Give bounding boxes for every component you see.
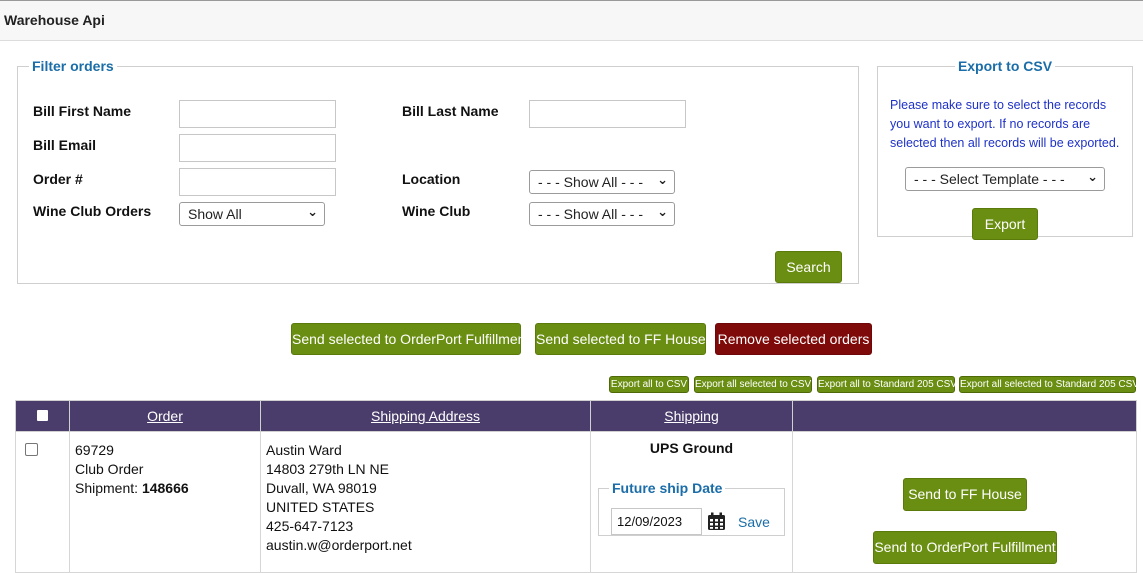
- orders-table: Order Shipping Address Shipping 69729 Cl…: [15, 400, 1137, 573]
- filter-orders-legend: Filter orders: [32, 58, 114, 74]
- chevron-down-icon: ⌄: [657, 204, 668, 219]
- bill-last-name-label: Bill Last Name: [402, 103, 499, 119]
- send-to-orderport-button[interactable]: Send to OrderPort Fulfillment: [873, 531, 1057, 564]
- address-name: Austin Ward: [266, 442, 342, 458]
- actions-column-header: [792, 400, 1137, 432]
- export-selected-csv-button[interactable]: Export all selected to CSV: [694, 376, 812, 393]
- table-row: 69729 Club Order Shipment: 148666 Austin…: [15, 431, 1137, 573]
- select-all-checkbox[interactable]: [37, 410, 48, 421]
- export-all-csv-button[interactable]: Export all to CSV: [609, 376, 689, 393]
- table-header-row: Order Shipping Address Shipping: [15, 400, 1137, 432]
- row-checkbox[interactable]: [25, 443, 38, 456]
- wine-club-orders-select-value: Show All: [188, 206, 242, 222]
- future-ship-date-panel: Future ship Date 12/09/2023 Save: [598, 480, 785, 536]
- bill-last-name-input[interactable]: [529, 100, 686, 128]
- shipping-address-cell: Austin Ward 14803 279th LN NE Duvall, WA…: [261, 432, 590, 555]
- address-street: 14803 279th LN NE: [266, 461, 389, 477]
- chevron-down-icon: ⌄: [307, 204, 318, 219]
- remove-selected-orders-button[interactable]: Remove selected orders: [715, 323, 872, 355]
- send-selected-orderport-button[interactable]: Send selected to OrderPort Fulfillment: [291, 323, 529, 355]
- select-all-header: [15, 400, 70, 432]
- address-phone: 425-647-7123: [266, 518, 354, 534]
- shipment-info: Shipment: 148666: [75, 479, 255, 498]
- bill-first-name-input[interactable]: [179, 100, 336, 128]
- wine-club-orders-select[interactable]: Show All ⌄: [179, 202, 325, 226]
- address-country: UNITED STATES: [266, 499, 375, 515]
- shipping-column-header[interactable]: Shipping: [590, 400, 793, 432]
- order-number-input[interactable]: [179, 168, 336, 196]
- send-selected-ff-house-button[interactable]: Send selected to FF House: [535, 323, 706, 355]
- future-ship-date-legend: Future ship Date: [612, 480, 723, 496]
- export-note: Please make sure to select the records y…: [890, 98, 1120, 150]
- order-column-header[interactable]: Order: [69, 400, 261, 432]
- export-selected-205-csv-button[interactable]: Export all selected to Standard 205 CSV: [959, 376, 1139, 393]
- bill-email-label: Bill Email: [33, 137, 97, 153]
- shipping-address-column-header[interactable]: Shipping Address: [260, 400, 591, 432]
- chevron-down-icon: ⌄: [657, 172, 668, 187]
- address-city-state-zip: Duvall, WA 98019: [266, 480, 377, 496]
- address-email: austin.w@orderport.net: [266, 537, 412, 553]
- send-to-ff-house-button[interactable]: Send to FF House: [903, 478, 1027, 511]
- shipment-number: 148666: [141, 480, 189, 496]
- bill-first-name-label: Bill First Name: [33, 103, 132, 119]
- save-date-link[interactable]: Save: [738, 514, 770, 530]
- location-label: Location: [402, 171, 461, 187]
- template-select-value: - - - Select Template - - -: [914, 171, 1065, 187]
- export-csv-legend: Export to CSV: [957, 58, 1053, 74]
- bill-email-input[interactable]: [179, 134, 336, 162]
- wine-club-select[interactable]: - - - Show All - - - ⌄: [529, 202, 675, 226]
- location-select-value: - - - Show All - - -: [538, 174, 644, 190]
- order-id: 69729: [75, 442, 114, 458]
- export-csv-panel: Export to CSV Please make sure to select…: [877, 58, 1133, 240]
- filter-orders-panel: Filter orders Bill First Name Bill Last …: [17, 58, 859, 284]
- app-header: Warehouse Api: [0, 1, 1143, 41]
- shipment-label: Shipment:: [75, 480, 139, 496]
- order-cell: 69729 Club Order Shipment: 148666: [70, 432, 260, 498]
- future-ship-date-input[interactable]: 12/09/2023: [611, 508, 702, 535]
- order-type: Club Order: [75, 461, 144, 477]
- export-button[interactable]: Export: [972, 208, 1038, 240]
- wine-club-select-value: - - - Show All - - -: [538, 206, 644, 222]
- order-number-label: Order #: [33, 171, 83, 187]
- app-title: Warehouse Api: [4, 12, 105, 28]
- template-select[interactable]: - - - Select Template - - - ⌄: [905, 167, 1105, 191]
- search-button[interactable]: Search: [775, 251, 842, 283]
- calendar-icon[interactable]: [707, 512, 726, 531]
- wine-club-orders-label: Wine Club Orders: [33, 203, 152, 219]
- shipping-method: UPS Ground: [649, 440, 734, 456]
- export-all-205-csv-button[interactable]: Export all to Standard 205 CSV: [817, 376, 957, 393]
- chevron-down-icon: ⌄: [1087, 169, 1098, 184]
- wine-club-label: Wine Club: [402, 203, 471, 219]
- location-select[interactable]: - - - Show All - - - ⌄: [529, 170, 675, 194]
